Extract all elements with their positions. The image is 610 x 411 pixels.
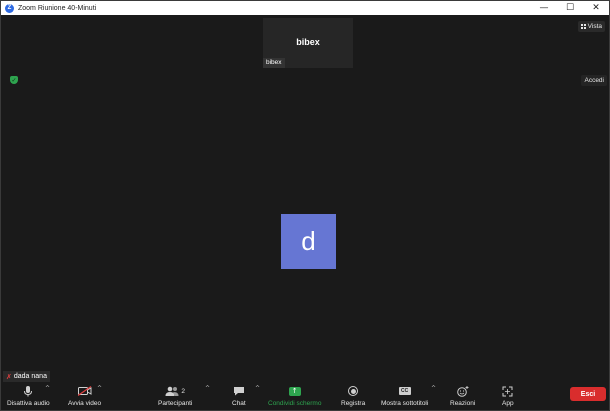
- participants-button[interactable]: 2 Partecipanti: [158, 384, 192, 407]
- avatar: d: [281, 214, 336, 269]
- window-controls: — ☐ ✕: [531, 1, 609, 15]
- video-options-chevron-icon[interactable]: ^: [97, 385, 102, 392]
- self-name-tag: ✗ dada nana: [3, 371, 50, 382]
- captions-options-chevron-icon[interactable]: ^: [431, 385, 436, 392]
- minimize-button[interactable]: —: [531, 1, 557, 15]
- view-button[interactable]: Vista: [577, 21, 605, 32]
- chat-button[interactable]: Chat: [232, 384, 246, 407]
- video-label: Avvia video: [68, 400, 102, 407]
- apps-label: App: [502, 400, 514, 407]
- close-button[interactable]: ✕: [583, 1, 609, 15]
- title-bar: Z Zoom Riunione 40-Minuti — ☐ ✕: [1, 1, 609, 15]
- share-screen-icon-wrap: ↑: [288, 384, 301, 398]
- zoom-logo-icon: Z: [5, 3, 14, 13]
- record-icon: [348, 386, 359, 396]
- participant-tile[interactable]: bibex bibex: [263, 18, 353, 68]
- reactions-label: Reazioni: [450, 400, 476, 407]
- mute-label: Disattiva audio: [7, 400, 50, 407]
- share-screen-label: Condividi schermo: [268, 400, 322, 407]
- captions-button[interactable]: CC Mostra sottotitoli: [381, 384, 428, 407]
- chat-label: Chat: [232, 400, 246, 407]
- apps-button[interactable]: App: [502, 384, 514, 407]
- mic-muted-icon: ✗: [6, 372, 12, 381]
- apps-icon: [502, 384, 513, 398]
- reactions-icon: [456, 384, 469, 398]
- chat-icon: [233, 384, 245, 398]
- view-button-label: Vista: [587, 23, 602, 30]
- participant-tile-name: bibex: [296, 37, 320, 47]
- captions-label: Mostra sottotitoli: [381, 400, 429, 407]
- cc-icon: CC: [398, 387, 411, 395]
- microphone-icon: [24, 384, 33, 398]
- record-icon-wrap: [348, 384, 359, 398]
- share-screen-button[interactable]: ↑ Condividi schermo: [268, 384, 321, 407]
- record-label: Registra: [341, 400, 366, 407]
- participants-options-chevron-icon[interactable]: ^: [205, 385, 210, 392]
- cc-icon-wrap: CC: [398, 384, 411, 398]
- video-off-icon: [77, 384, 92, 398]
- zoom-window: Z Zoom Riunione 40-Minuti — ☐ ✕ bibex bi…: [0, 0, 610, 411]
- participants-icon: 2: [165, 384, 185, 398]
- grid-icon: [580, 24, 586, 29]
- record-button[interactable]: Registra: [341, 384, 365, 407]
- leave-button[interactable]: Esci: [570, 387, 606, 401]
- meeting-toolbar: Disattiva audio ^ Avvia video ^ 2 Partec…: [1, 382, 609, 410]
- reactions-button[interactable]: Reazioni: [450, 384, 475, 407]
- share-screen-icon: ↑: [288, 386, 301, 396]
- mute-button[interactable]: Disattiva audio: [7, 384, 50, 407]
- participants-label: Partecipanti: [158, 400, 193, 407]
- chat-options-chevron-icon[interactable]: ^: [255, 385, 260, 392]
- mute-options-chevron-icon[interactable]: ^: [45, 385, 50, 392]
- participant-tile-tag: bibex: [263, 58, 285, 68]
- self-name: dada nana: [13, 373, 47, 380]
- maximize-button[interactable]: ☐: [557, 1, 583, 15]
- window-title: Zoom Riunione 40-Minuti: [18, 4, 97, 12]
- participants-count: 2: [181, 387, 185, 395]
- signin-button[interactable]: Accedi: [581, 75, 607, 86]
- shield-check-icon[interactable]: ✓: [10, 76, 18, 84]
